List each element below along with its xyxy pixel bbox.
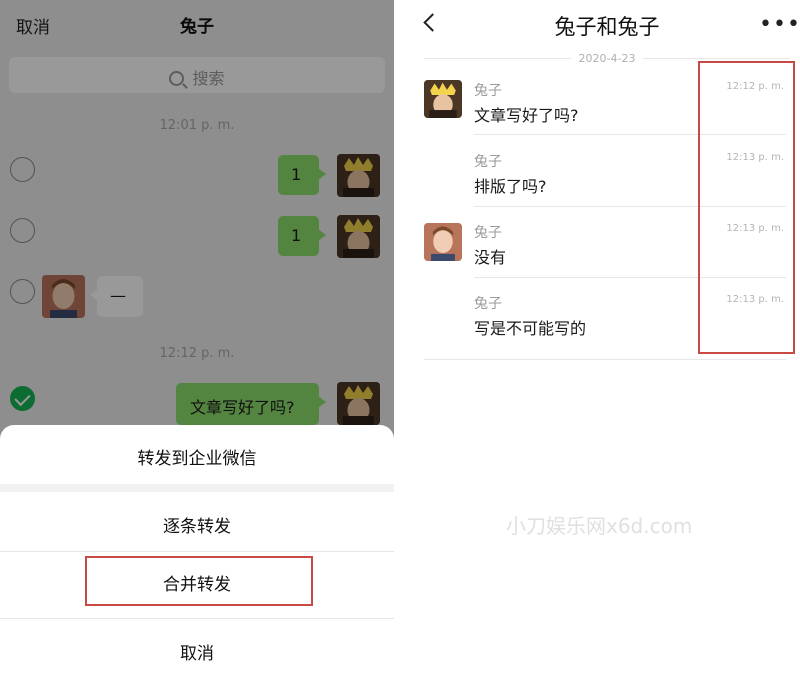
message-text: 文章写好了吗? bbox=[474, 106, 579, 125]
divider bbox=[0, 551, 394, 552]
more-icon[interactable]: ••• bbox=[759, 12, 800, 37]
left-screen: 取消 兔子 搜索 12:01 p. m. 1 1 — 12:12 p. m. 文… bbox=[0, 0, 394, 679]
divider bbox=[0, 484, 394, 492]
forward-one-by-one-option[interactable]: 逐条转发 bbox=[0, 512, 394, 537]
chat-history-title: 兔子和兔子 bbox=[554, 15, 660, 39]
divider bbox=[0, 618, 394, 619]
forward-action-sheet: 转发到企业微信 逐条转发 合并转发 取消 bbox=[0, 425, 394, 679]
right-screen: 兔子和兔子 ••• 2020-4-23 兔子 文章写好了吗? 12:12 p. … bbox=[414, 0, 800, 679]
avatar[interactable] bbox=[424, 80, 462, 118]
highlight-box bbox=[698, 61, 795, 354]
watermark: 小刀娱乐网x6d.com bbox=[506, 514, 693, 538]
message-text: 没有 bbox=[474, 248, 507, 267]
avatar[interactable] bbox=[424, 223, 462, 261]
highlight-box bbox=[85, 556, 313, 606]
sender-name: 兔子 bbox=[474, 154, 502, 170]
sender-name: 兔子 bbox=[474, 83, 502, 99]
divider bbox=[424, 359, 786, 360]
panel-divider bbox=[394, 0, 414, 679]
forward-enterprise-option[interactable]: 转发到企业微信 bbox=[0, 444, 394, 469]
message-text: 写是不可能写的 bbox=[474, 319, 587, 338]
cancel-option[interactable]: 取消 bbox=[0, 639, 394, 664]
sender-name: 兔子 bbox=[474, 296, 502, 312]
sender-name: 兔子 bbox=[474, 225, 502, 241]
message-text: 排版了吗? bbox=[474, 177, 547, 196]
